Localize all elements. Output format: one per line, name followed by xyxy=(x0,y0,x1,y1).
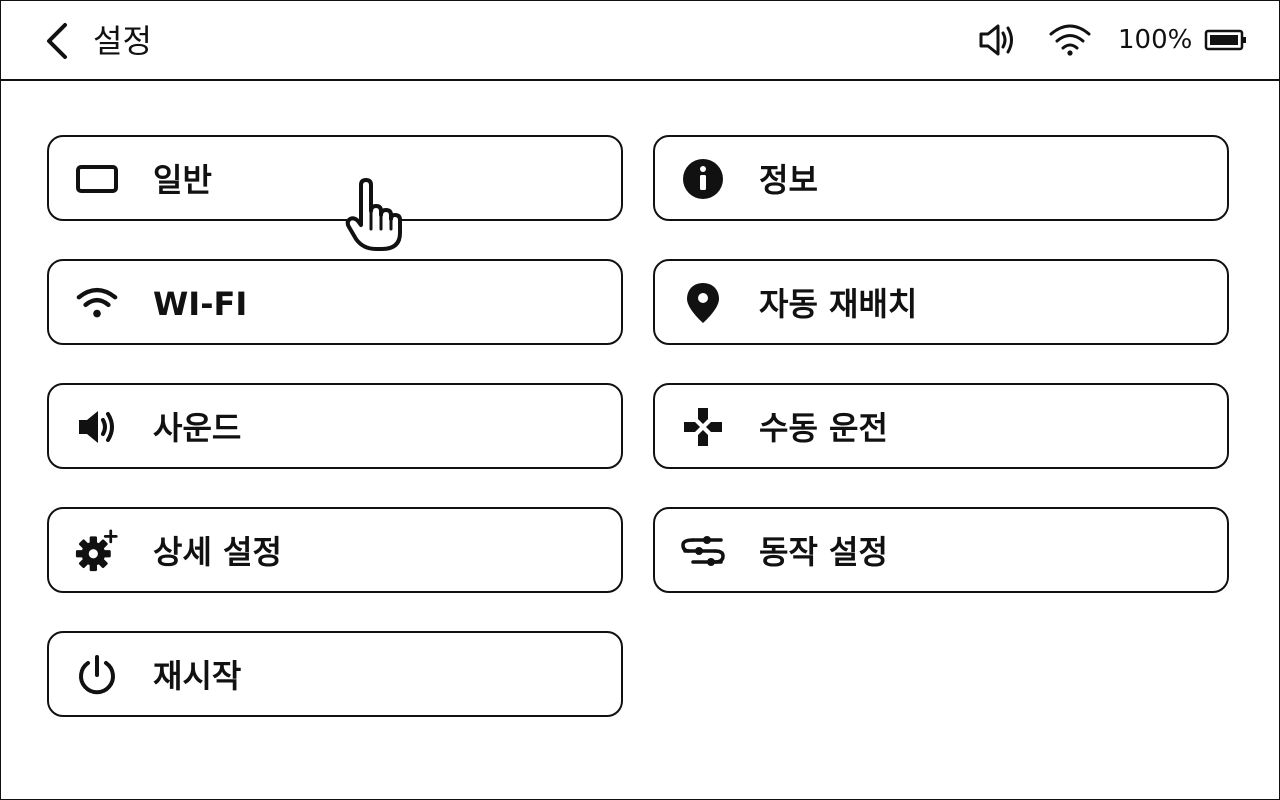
volume-icon xyxy=(979,24,1013,56)
battery-percentage: 100% xyxy=(1118,25,1193,55)
chevron-left-icon xyxy=(47,23,67,59)
speaker-icon xyxy=(75,405,119,449)
menu-info-button[interactable]: 정보 xyxy=(653,135,1229,221)
gear-plus-icon xyxy=(75,529,119,573)
wifi-icon xyxy=(75,281,119,325)
menu-motion-settings-label: 동작 설정 xyxy=(759,533,888,571)
wifi-status xyxy=(1047,1,1093,79)
wifi-status-icon xyxy=(1049,24,1091,56)
menu-sound-label: 사운드 xyxy=(153,409,242,447)
top-bar: 설정 100% xyxy=(1,1,1279,81)
menu-auto-relocate-label: 자동 재배치 xyxy=(759,285,918,323)
location-pin-icon xyxy=(681,281,725,325)
battery-icon xyxy=(1204,29,1246,51)
menu-manual-drive-button[interactable]: 수동 운전 xyxy=(653,383,1229,469)
battery-status xyxy=(1204,1,1248,79)
power-icon xyxy=(75,653,119,697)
menu-advanced-settings-button[interactable]: 상세 설정 xyxy=(47,507,623,593)
menu-auto-relocate-button[interactable]: 자동 재배치 xyxy=(653,259,1229,345)
menu-general-button[interactable]: 일반 xyxy=(47,135,623,221)
info-icon xyxy=(681,157,725,201)
menu-wifi-button[interactable]: WI-FI xyxy=(47,259,623,345)
volume-status xyxy=(977,1,1019,79)
page-title: 설정 xyxy=(93,22,152,60)
menu-restart-button[interactable]: 재시작 xyxy=(47,631,623,717)
sliders-icon xyxy=(681,529,725,573)
menu-general-label: 일반 xyxy=(153,161,212,199)
menu-advanced-settings-label: 상세 설정 xyxy=(153,533,282,571)
menu-restart-label: 재시작 xyxy=(153,657,242,695)
menu-wifi-label: WI-FI xyxy=(153,285,248,323)
menu-motion-settings-button[interactable]: 동작 설정 xyxy=(653,507,1229,593)
dpad-icon xyxy=(681,405,725,449)
display-icon xyxy=(75,157,119,201)
menu-manual-drive-label: 수동 운전 xyxy=(759,409,888,447)
menu-info-label: 정보 xyxy=(759,161,818,199)
menu-sound-button[interactable]: 사운드 xyxy=(47,383,623,469)
settings-screen: 설정 100% 일반 정보 WI-FI 자동 재배치 사운드 수동 운전 상세 … xyxy=(0,0,1280,800)
back-button[interactable] xyxy=(37,21,77,61)
